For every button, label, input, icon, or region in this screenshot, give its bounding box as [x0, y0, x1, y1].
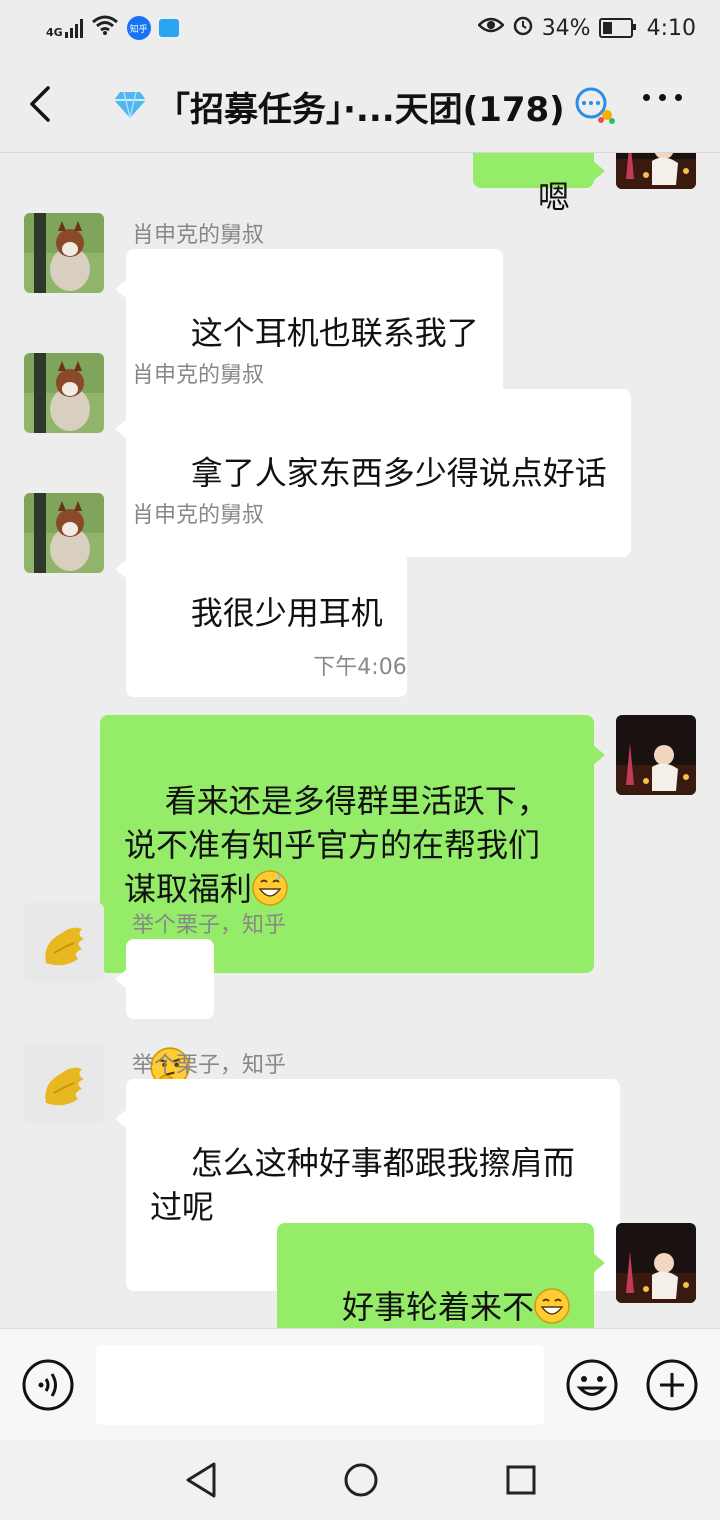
system-home-button[interactable] [343, 1462, 379, 1498]
sender-avatar[interactable] [24, 213, 104, 293]
message-bubble-outgoing[interactable]: 嗯 [473, 153, 605, 216]
plus-icon [646, 1359, 698, 1411]
message-list[interactable]: 嗯 肖申克的舅叔 这个耳机也联系我了 肖申克的舅叔 拿了人家东西多少得说点好话 … [0, 153, 720, 1328]
eye-icon [476, 15, 505, 41]
battery-percent: 34% [541, 15, 591, 41]
message-text: 好事轮着来不 [341, 1288, 534, 1326]
my-avatar[interactable] [616, 1223, 696, 1303]
status-right: 34% 4:10 [476, 14, 696, 42]
system-back-button[interactable] [184, 1460, 218, 1500]
emoji-button[interactable] [566, 1359, 618, 1411]
back-button[interactable] [22, 84, 62, 124]
system-navigation-bar [0, 1440, 720, 1520]
chat-header: 「招募任务」·...天团(178) [0, 58, 720, 153]
message-input[interactable] [96, 1345, 544, 1425]
alarm-icon [512, 14, 534, 42]
clock: 4:10 [646, 15, 696, 41]
smiley-icon [566, 1359, 618, 1411]
sender-name: 肖申克的舅叔 [132, 363, 265, 388]
timestamp: 下午4:06 [313, 655, 407, 680]
wifi-icon [91, 14, 119, 42]
message-text: 这个耳机也联系我了 [190, 314, 479, 352]
my-avatar[interactable] [616, 715, 696, 795]
square-recent-icon [506, 1465, 536, 1495]
voice-icon [22, 1359, 74, 1411]
grinning-sweat-emoji [252, 870, 288, 906]
circle-home-icon [344, 1463, 378, 1497]
chat-title-group[interactable]: 「招募任务」·...天团(178) [112, 82, 617, 131]
triangle-back-icon [186, 1462, 216, 1498]
message-bubble-incoming[interactable] [115, 939, 214, 1087]
message-text: 看来还是多得群里活跃下，说不准有知乎官方的在帮我们谋取福利 [124, 782, 549, 908]
voice-input-button[interactable] [22, 1359, 74, 1411]
grinning-emoji [534, 1288, 570, 1324]
sender-avatar[interactable] [24, 493, 104, 573]
system-recent-apps-button[interactable] [505, 1464, 537, 1496]
status-bar: 4G 知乎 34% 4:10 [0, 0, 720, 58]
sender-avatar[interactable] [24, 1043, 104, 1123]
network-indicator: 4G [46, 18, 83, 38]
chat-title: 「招募任务」·...天团(178) [156, 90, 565, 130]
sender-name: 举个栗子，知乎 [132, 913, 287, 938]
sender-avatar[interactable] [24, 353, 104, 433]
group-chat-icon [573, 85, 617, 129]
battery-icon [598, 18, 636, 38]
my-avatar[interactable] [616, 153, 696, 189]
input-bar [0, 1328, 720, 1441]
message-text: 嗯 [537, 178, 570, 216]
network-label: 4G [46, 26, 63, 39]
signal-icon [64, 18, 83, 38]
message-text: 我很少用耳机 [190, 594, 383, 632]
sender-name: 肖申克的舅叔 [132, 503, 265, 528]
chevron-left-icon [30, 86, 50, 122]
sender-name: 举个栗子，知乎 [132, 1053, 287, 1078]
more-functions-button[interactable] [646, 1359, 698, 1411]
message-bubble-outgoing[interactable]: 好事轮着来不 [277, 1223, 605, 1328]
status-left: 4G 知乎 [46, 14, 179, 42]
sender-name: 肖申克的舅叔 [132, 223, 265, 248]
more-options-button[interactable] [643, 94, 682, 101]
message-text: 怎么这种好事都跟我擦肩而过呢 [150, 1144, 575, 1226]
sender-avatar[interactable] [24, 903, 104, 983]
message-text: 拿了人家东西多少得说点好话 [190, 454, 607, 492]
zhihu-notification-icon: 知乎 [126, 16, 151, 40]
app-notification-icon [158, 19, 179, 37]
diamond-icon [112, 90, 148, 124]
